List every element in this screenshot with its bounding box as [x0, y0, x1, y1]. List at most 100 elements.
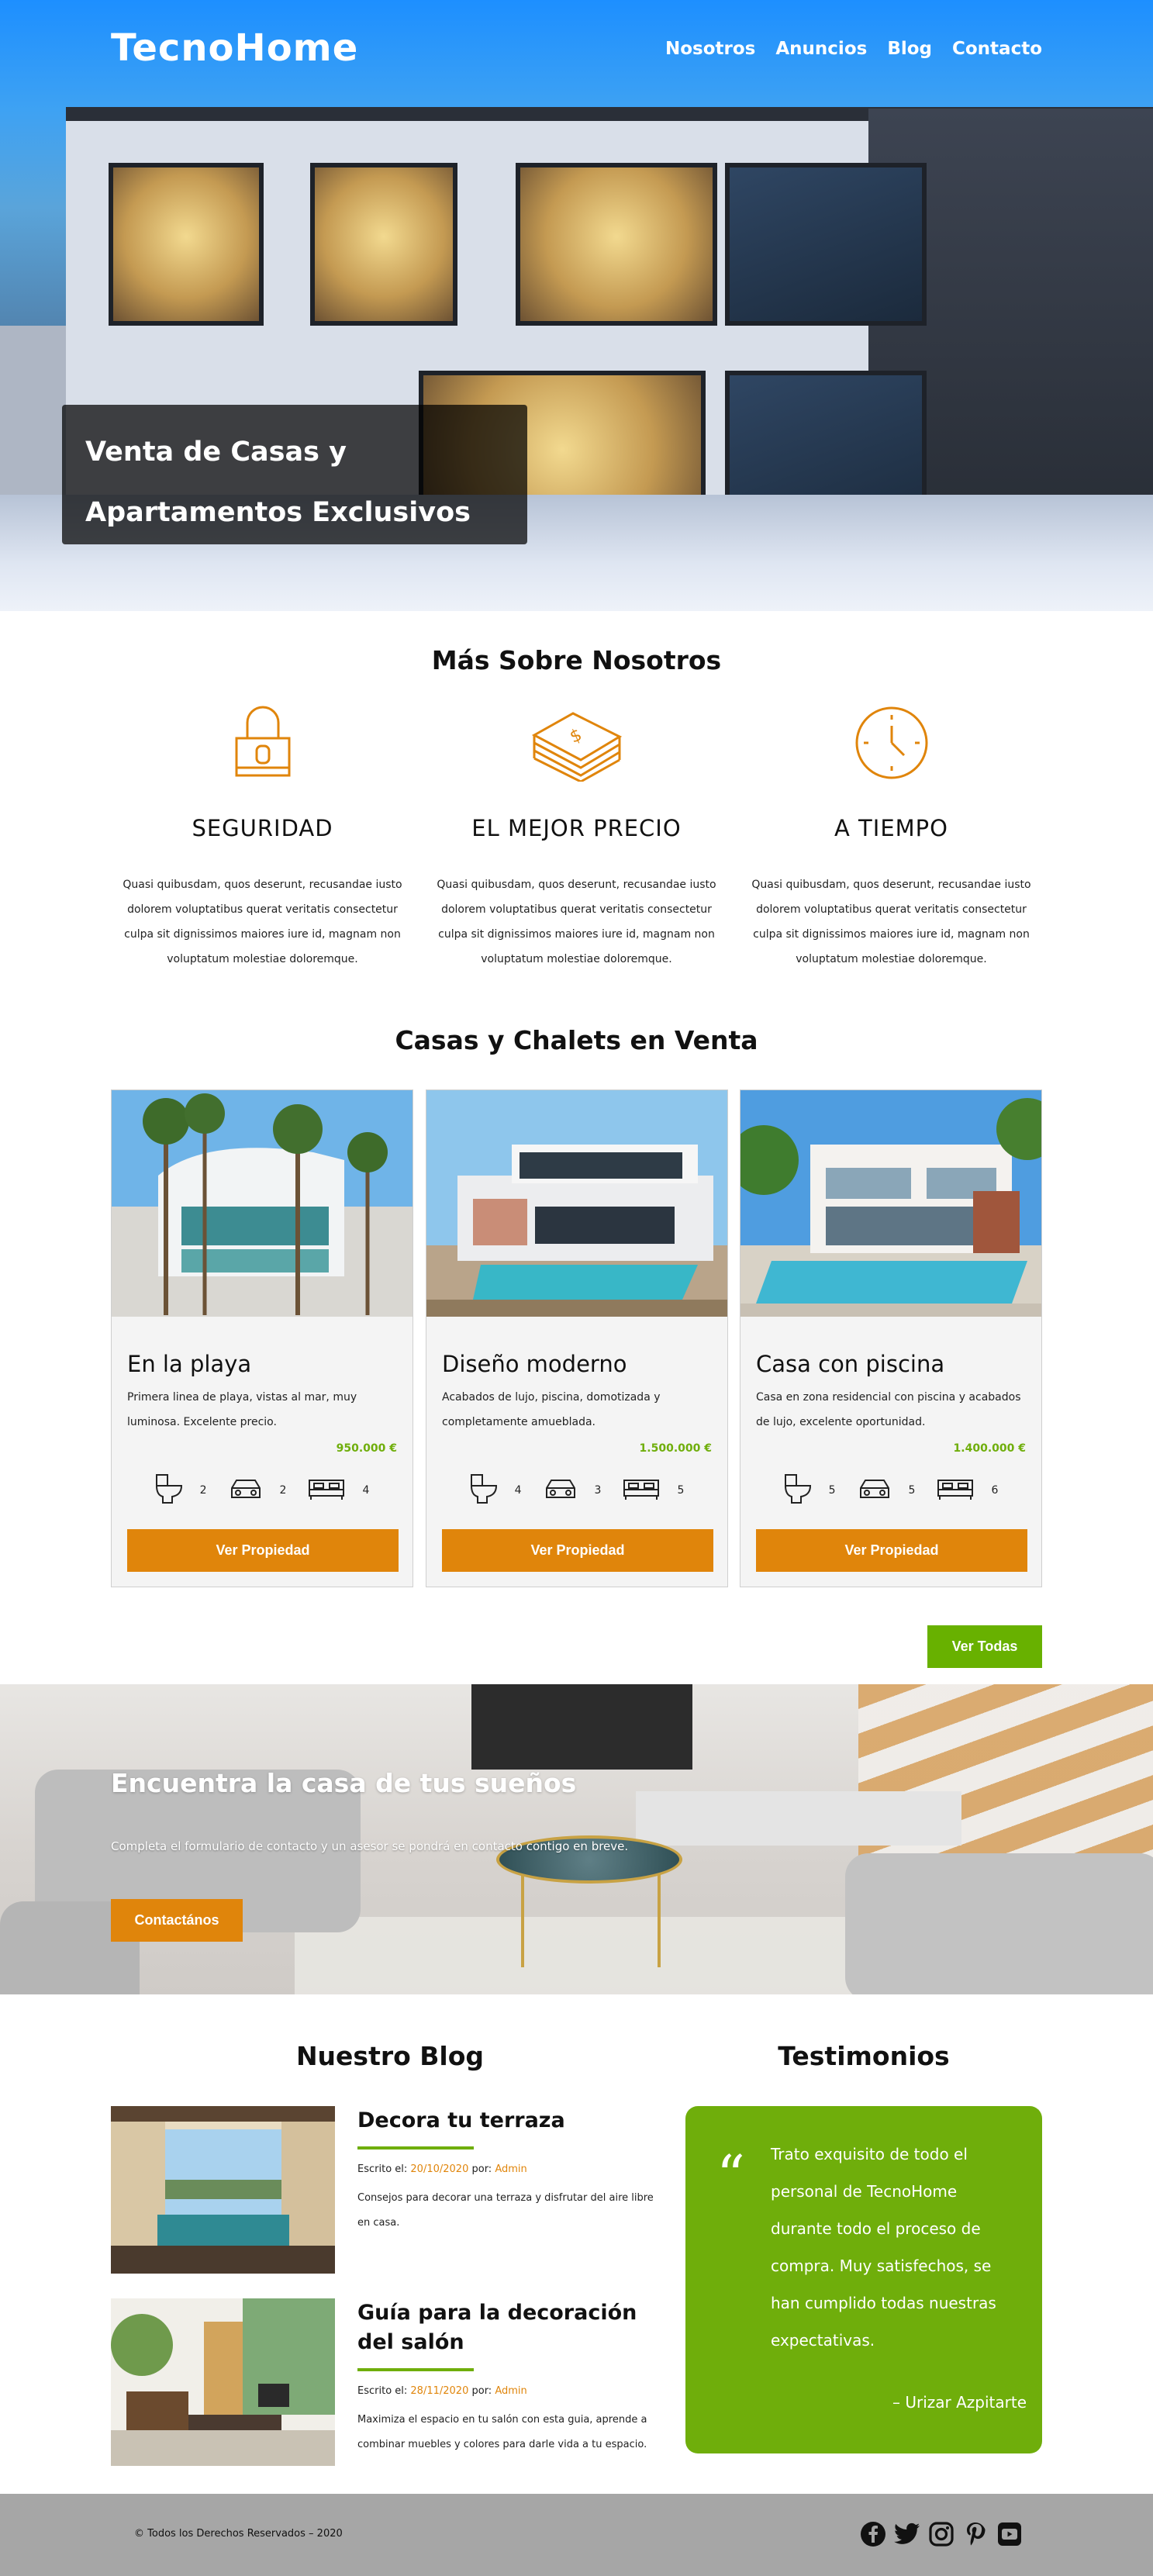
- meta-label: Escrito el:: [357, 2385, 408, 2397]
- lock-icon: [113, 700, 412, 786]
- view-all-button[interactable]: Ver Todas: [927, 1625, 1042, 1668]
- property-description: Casa en zona residencial con piscina y a…: [756, 1391, 1021, 1428]
- property-photo-pool[interactable]: [740, 1090, 1041, 1317]
- bathrooms-count: 2: [199, 1484, 207, 1497]
- property-photo-beach[interactable]: [112, 1090, 413, 1317]
- main-nav: Nosotros Anuncios Blog Contacto: [665, 39, 1042, 59]
- car-icon: [858, 1477, 892, 1504]
- hero-heading-line1: Venta de Casas y: [85, 437, 347, 468]
- toilet-icon: [155, 1473, 183, 1507]
- hero-heading-line2: Apartamentos Exclusivos: [85, 497, 471, 528]
- view-property-button[interactable]: Ver Propiedad: [442, 1529, 713, 1572]
- testimonial-author: – Urizar Azpitarte: [892, 2393, 1027, 2412]
- feature-text: Quasi quibusdam, quos deserunt, recusand…: [751, 879, 1031, 965]
- property-price: 1.400.000 €: [953, 1442, 1026, 1455]
- property-description: Acabados de lujo, piscina, domotizada y …: [442, 1391, 661, 1428]
- blog-post: Decora tu terraza Escrito el: 20/10/2020…: [111, 2106, 669, 2277]
- bathrooms-count: 5: [828, 1484, 836, 1497]
- blog-photo-living-room[interactable]: [111, 2298, 335, 2466]
- copyright: © Todos los Derechos Reservados – 2020: [134, 2528, 343, 2540]
- youtube-icon[interactable]: [996, 2520, 1023, 2548]
- listings-title: Casas y Chalets en Venta: [395, 1025, 758, 1055]
- bedrooms-count: 5: [677, 1484, 685, 1497]
- property-card: Casa con piscina Casa en zona residencia…: [740, 1089, 1042, 1587]
- bed-icon: [623, 1477, 660, 1504]
- property-card: En la playa Primera linea de playa, vist…: [111, 1089, 413, 1587]
- view-property-button[interactable]: Ver Propiedad: [756, 1529, 1027, 1572]
- quote-icon: “: [716, 2143, 745, 2208]
- nav-link-blog[interactable]: Blog: [887, 39, 932, 59]
- contact-button[interactable]: Contactános: [111, 1899, 243, 1942]
- bed-icon: [308, 1477, 345, 1504]
- blog-photo-terrace[interactable]: [111, 2106, 335, 2274]
- post-date: 20/10/2020: [410, 2163, 469, 2175]
- parking-count: 2: [279, 1484, 287, 1497]
- post-date: 28/11/2020: [410, 2385, 469, 2397]
- blog-post: Guía para la decoración del salón Escrit…: [111, 2298, 669, 2469]
- testimonials-title: Testimonios: [778, 2041, 950, 2071]
- svg-text:$: $: [567, 725, 585, 748]
- twitter-icon[interactable]: [894, 2520, 920, 2548]
- bed-icon: [937, 1477, 974, 1504]
- social-links: [860, 2520, 1023, 2548]
- hero-window: [725, 163, 927, 326]
- blog-post-title[interactable]: Guía para la decoración del salón: [357, 2298, 668, 2357]
- feature-title: A TIEMPO: [834, 815, 948, 841]
- hero-banner: TecnoHome Nosotros Anuncios Blog Contact…: [0, 0, 1153, 611]
- meta-by: por:: [471, 2163, 492, 2175]
- cta-text: Completa el formulario de contacto y un …: [111, 1839, 629, 1853]
- blog-post-excerpt: Consejos para decorar una terraza y disf…: [357, 2192, 654, 2229]
- blog-post-meta: Escrito el: 20/10/2020 por: Admin: [357, 2163, 668, 2175]
- blog-post-title[interactable]: Decora tu terraza: [357, 2106, 668, 2136]
- footer: © Todos los Derechos Reservados – 2020: [0, 2494, 1153, 2576]
- hero-window: [109, 163, 264, 326]
- post-author[interactable]: Admin: [495, 2163, 526, 2175]
- property-photo-modern[interactable]: [426, 1090, 727, 1317]
- property-title[interactable]: En la playa: [127, 1351, 397, 1377]
- hero-window: [310, 163, 457, 326]
- feature-best-price: $ EL MEJOR PRECIO Quasi quibusdam, quos …: [427, 700, 726, 972]
- title-underline: [357, 2368, 474, 2371]
- about-title: Más Sobre Nosotros: [431, 645, 722, 675]
- toilet-icon: [470, 1473, 498, 1507]
- property-title[interactable]: Casa con piscina: [756, 1351, 1026, 1377]
- facebook-icon[interactable]: [860, 2520, 886, 2548]
- car-icon: [544, 1477, 578, 1504]
- bedrooms-count: 4: [362, 1484, 370, 1497]
- nav-link-nosotros[interactable]: Nosotros: [665, 39, 755, 59]
- meta-label: Escrito el:: [357, 2163, 408, 2175]
- pinterest-icon[interactable]: [962, 2520, 989, 2548]
- clock-icon: [742, 700, 1041, 786]
- feature-on-time: A TIEMPO Quasi quibusdam, quos deserunt,…: [742, 700, 1041, 972]
- feature-text: Quasi quibusdam, quos deserunt, recusand…: [123, 879, 402, 965]
- post-author[interactable]: Admin: [495, 2385, 526, 2397]
- car-icon: [229, 1477, 263, 1504]
- nav-link-anuncios[interactable]: Anuncios: [775, 39, 867, 59]
- cta-bg-console: [636, 1791, 961, 1846]
- property-specs: 4 3 5: [442, 1472, 712, 1509]
- toilet-icon: [784, 1473, 812, 1507]
- money-stack-icon: $: [427, 700, 726, 786]
- feature-title: SEGURIDAD: [192, 815, 333, 841]
- cta-bg-table-legs: [521, 1874, 661, 1967]
- view-property-button[interactable]: Ver Propiedad: [127, 1529, 399, 1572]
- instagram-icon[interactable]: [928, 2520, 955, 2548]
- site-logo[interactable]: TecnoHome: [111, 26, 358, 70]
- testimonial-card: “ Trato exquisito de todo el personal de…: [685, 2106, 1042, 2453]
- property-title[interactable]: Diseño moderno: [442, 1351, 712, 1377]
- cta-title: Encuentra la casa de tus sueños: [111, 1768, 577, 1798]
- title-underline: [357, 2146, 474, 2150]
- feature-text: Quasi quibusdam, quos deserunt, recusand…: [437, 879, 716, 965]
- blog-title: Nuestro Blog: [295, 2041, 485, 2071]
- cta-bg-tv: [471, 1684, 692, 1770]
- property-specs: 2 2 4: [127, 1472, 397, 1509]
- blog-post-excerpt: Maximiza el espacio en tu salón con esta…: [357, 2414, 647, 2450]
- nav-link-contacto[interactable]: Contacto: [952, 39, 1042, 59]
- bedrooms-count: 6: [991, 1484, 999, 1497]
- parking-count: 3: [594, 1484, 602, 1497]
- bathrooms-count: 4: [514, 1484, 522, 1497]
- hero-window: [516, 163, 717, 326]
- property-price: 950.000 €: [336, 1442, 397, 1455]
- property-card: Diseño moderno Acabados de lujo, piscina…: [426, 1089, 728, 1587]
- feature-security: SEGURIDAD Quasi quibusdam, quos deserunt…: [113, 700, 412, 972]
